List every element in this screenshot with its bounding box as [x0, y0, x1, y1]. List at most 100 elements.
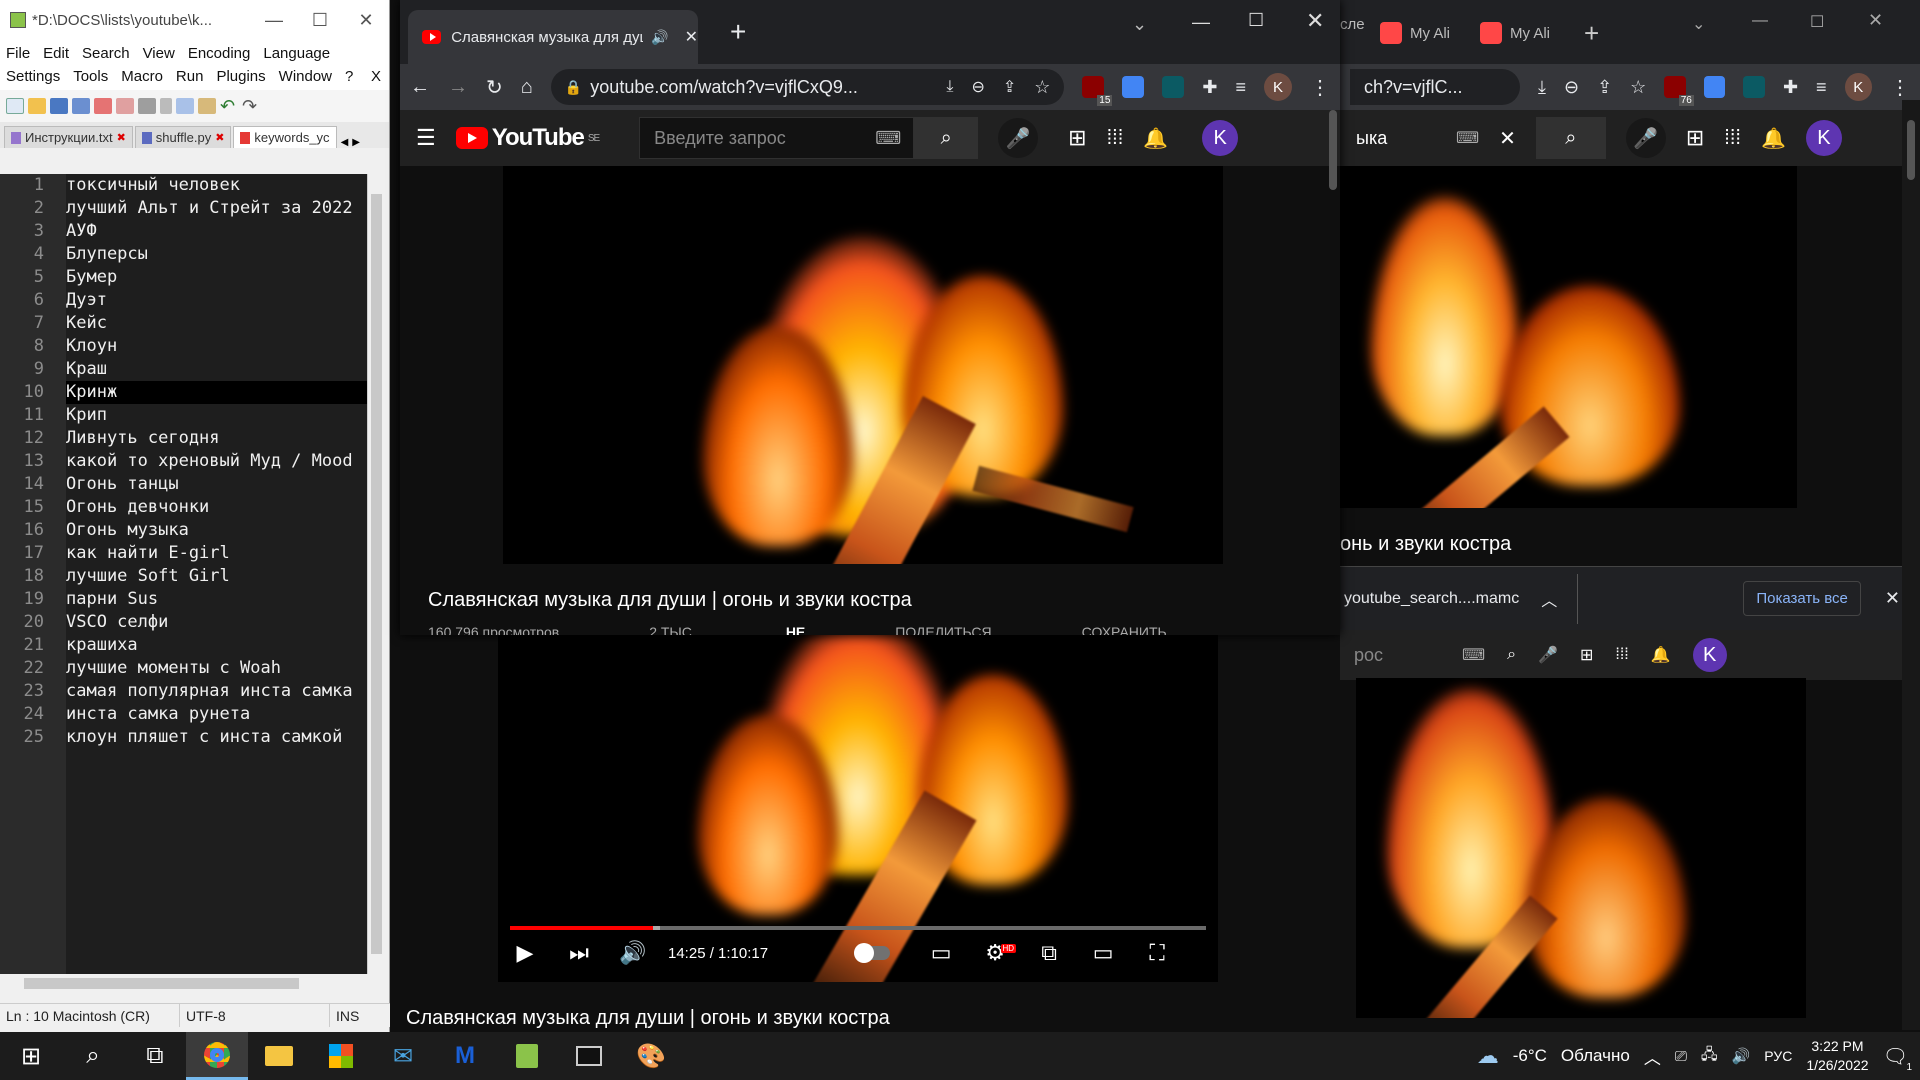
keyboard-icon[interactable]: ⌨ [1456, 128, 1479, 148]
editor-line[interactable]: как найти E-girl [66, 542, 367, 565]
vertical-scrollbar[interactable] [367, 174, 384, 974]
text-editor[interactable]: 1 2 3 4 5 6 7 8 9 10 11 12 13 14 15 16 17 18 19 20 21 22 23 24 2… [0, 174, 367, 974]
apps-grid-icon[interactable]: ⁞⁞⁞ [1107, 127, 1124, 150]
search-input[interactable]: ыка [1356, 128, 1436, 149]
bookmark-star-icon[interactable]: ☆ [1034, 77, 1050, 98]
youtube-logo[interactable]: YouTube SE [455, 124, 600, 152]
address-bar[interactable]: 🔒 youtube.com/watch?v=vjflCxQ9... ⤓ ⊖ ⇪ … [550, 69, 1065, 105]
share-icon[interactable]: ⇪ [1597, 77, 1612, 98]
menu-view[interactable]: View [143, 42, 175, 65]
editor-line[interactable]: токсичный человек [66, 174, 367, 197]
chrome-tab-ali[interactable]: My Ali [1380, 22, 1450, 44]
youtube-avatar[interactable]: K [1692, 638, 1727, 672]
voice-search-icon[interactable]: 🎤 [1538, 645, 1558, 665]
video-player[interactable] [503, 166, 1223, 564]
reading-list-icon[interactable]: ≡ [1235, 77, 1246, 98]
chrome-taskbar-icon[interactable] [186, 1032, 248, 1080]
youtube-avatar[interactable]: K [1202, 120, 1239, 156]
notifications-bell-icon[interactable]: 🔔 [1143, 126, 1168, 151]
minimize-button[interactable]: — [1752, 12, 1768, 30]
puzzle-extensions-icon[interactable]: ✚ [1783, 77, 1798, 98]
editor-line[interactable]: Огонь девчонки [66, 496, 367, 519]
voice-search-icon[interactable]: 🎤 [1625, 118, 1666, 158]
tab-keywords[interactable]: keywords_yc [233, 126, 337, 148]
task-view-icon[interactable]: ⧉ [124, 1032, 186, 1080]
editor-line[interactable]: Кринж [66, 381, 367, 404]
subtitles-icon[interactable]: ▭ [914, 940, 968, 966]
menu-search[interactable]: Search [82, 42, 130, 65]
address-bar[interactable]: ch?v=vjflC... [1350, 69, 1520, 105]
zoom-icon[interactable]: ⊖ [971, 77, 984, 97]
zoom-icon[interactable]: ⊖ [1564, 77, 1579, 98]
clock[interactable]: 3:22 PM 1/26/2022 [1806, 1037, 1868, 1075]
close-button[interactable]: ✕ [1868, 10, 1883, 31]
editor-line[interactable]: АУФ [66, 220, 367, 243]
chrome-tab[interactable]: сле [1340, 16, 1365, 33]
search-input[interactable]: рос [1354, 645, 1440, 666]
file-explorer-icon[interactable] [248, 1032, 310, 1080]
close-button[interactable]: ✕ [1306, 8, 1324, 34]
horizontal-scrollbar[interactable] [0, 974, 367, 992]
malwarebytes-icon[interactable]: M [434, 1032, 496, 1080]
menu-macro[interactable]: Macro [121, 65, 163, 88]
notifications-bell-icon[interactable]: 🔔 [1761, 126, 1786, 151]
editor-line[interactable]: Бумер [66, 266, 367, 289]
voice-search-icon[interactable]: 🎤 [998, 118, 1039, 158]
apps-grid-icon[interactable]: ⁞⁞⁞ [1615, 646, 1628, 664]
keyboard-icon[interactable]: ⌨ [875, 128, 901, 149]
maximize-button[interactable]: ☐ [1248, 10, 1264, 31]
new-tab-icon[interactable]: + [1584, 18, 1599, 49]
apps-grid-icon[interactable]: ⁞⁞⁞ [1724, 127, 1741, 150]
youtube-avatar[interactable]: K [1805, 120, 1842, 156]
editor-line[interactable]: Огонь танцы [66, 473, 367, 496]
menu-settings[interactable]: Settings [6, 65, 60, 88]
close-button[interactable]: ✕ [343, 10, 389, 31]
tab-instructions[interactable]: Инструкции.txt ✖ [4, 126, 133, 148]
redo-icon[interactable]: ↷ [242, 97, 260, 115]
editor-line[interactable]: парни Sus [66, 588, 367, 611]
terminal-icon[interactable] [558, 1032, 620, 1080]
theater-mode-icon[interactable]: ▭ [1076, 940, 1130, 966]
menu-run[interactable]: Run [176, 65, 204, 88]
chrome-tab-active[interactable]: Славянская музыка для душ 🔊 ✕ [408, 10, 698, 64]
download-options-chevron-icon[interactable]: ︿ [1541, 587, 1557, 611]
editor-line[interactable]: крашиха [66, 634, 367, 657]
editor-line[interactable]: Крип [66, 404, 367, 427]
ublock-icon[interactable]: 15 [1082, 76, 1113, 106]
editor-line[interactable]: Клоун [66, 335, 367, 358]
minimize-button[interactable]: — [251, 10, 297, 31]
notifications-icon[interactable]: 🗨 1 [1883, 1044, 1912, 1073]
notifications-bell-icon[interactable]: 🔔 [1651, 645, 1671, 665]
save-button[interactable]: СОХРАНИТЬ [1082, 624, 1167, 635]
puzzle-extensions-icon[interactable]: ✚ [1202, 77, 1217, 98]
autoplay-toggle[interactable] [854, 943, 891, 963]
tab-close-icon[interactable]: ✕ [685, 27, 698, 47]
paste-icon[interactable] [198, 98, 216, 114]
right-scrollbar[interactable] [1902, 100, 1920, 1030]
forward-icon[interactable]: → [448, 76, 468, 99]
tab-audio-icon[interactable]: 🔊 [651, 29, 668, 46]
settings-gear-icon[interactable]: ⚙ HD [968, 940, 1022, 966]
network-icon[interactable]: 🖧 [1701, 1044, 1718, 1069]
back-icon[interactable]: ← [410, 76, 430, 99]
mail-icon[interactable]: ✉ [372, 1032, 434, 1080]
tab-scroll-right-icon[interactable]: ▶ [352, 137, 360, 148]
menu-tools[interactable]: Tools [73, 65, 108, 88]
search-icon[interactable]: ⌕ [1507, 646, 1516, 664]
search-button[interactable]: ⌕ [1535, 117, 1606, 159]
editor-line[interactable]: лучшие Soft Girl [66, 565, 367, 588]
tab-shuffle[interactable]: shuffle.py ✖ [134, 126, 232, 148]
menu-help[interactable]: ? [345, 65, 353, 88]
page-scrollbar[interactable] [1326, 110, 1340, 190]
show-all-downloads-button[interactable]: Показать все [1743, 581, 1861, 616]
editor-line[interactable]: Кейс [66, 312, 367, 335]
menu-language[interactable]: Language [263, 42, 330, 65]
keyboard-icon[interactable]: ⌨ [1462, 645, 1485, 665]
bookmark-star-icon[interactable]: ☆ [1630, 77, 1646, 98]
install-icon[interactable]: ⤓ [1538, 77, 1546, 98]
minimize-button[interactable]: — [1192, 12, 1210, 33]
ublock-icon[interactable]: 76 [1664, 76, 1694, 106]
editor-line[interactable]: лучший Альт и Стрейт за 2022 [66, 197, 367, 220]
scrollbar-thumb[interactable] [1907, 120, 1915, 180]
editor-line[interactable]: клоун пляшет с инста самкой [66, 726, 367, 749]
